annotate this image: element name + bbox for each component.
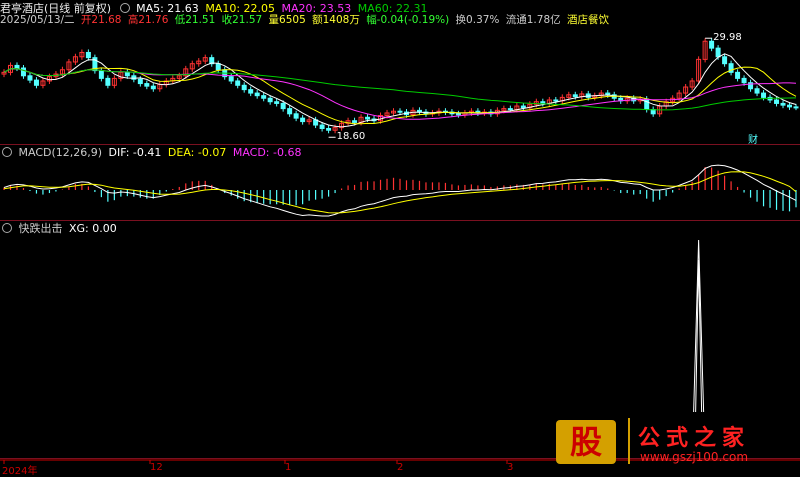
period-low-label: 18.60 — [336, 131, 366, 143]
candle-body — [540, 101, 546, 104]
candle-body — [105, 77, 111, 86]
candle-body — [741, 77, 747, 84]
logo-stock-char: 股 — [556, 420, 616, 464]
x-tick-label: 2 — [397, 462, 404, 473]
candle-body — [793, 106, 799, 109]
logo-divider — [628, 418, 630, 464]
candle-body — [241, 84, 247, 91]
candle-body — [261, 95, 267, 99]
candle-body — [27, 75, 33, 81]
candle-body — [235, 80, 241, 86]
candle-body — [287, 108, 293, 115]
candle-body — [774, 99, 780, 104]
finance-badge[interactable]: 财 — [748, 131, 758, 146]
candle-body — [280, 102, 286, 110]
candle-body — [248, 89, 254, 94]
xg-panel — [693, 239, 705, 413]
x-tick-label: 2024年 — [2, 466, 38, 477]
candle-body — [274, 101, 280, 104]
candle-body — [267, 97, 273, 103]
candle-body — [137, 78, 143, 85]
candle-body — [715, 47, 721, 58]
candle-body — [85, 51, 91, 59]
candle-body — [144, 83, 150, 87]
candle-body — [228, 76, 234, 82]
candle-body — [124, 71, 130, 77]
macd-panel — [3, 164, 797, 217]
candle-body — [787, 104, 793, 108]
candle-body — [150, 85, 156, 90]
period-high-label: 29.98 — [713, 32, 742, 44]
candle-body — [722, 56, 728, 65]
candle-body — [455, 113, 461, 116]
price-panel — [1, 37, 799, 138]
logo-url: www.gszj100.com — [640, 450, 749, 464]
candle-body — [352, 120, 358, 123]
candle-body — [735, 71, 741, 79]
logo-text: 公式之家 — [638, 426, 751, 451]
candle-body — [644, 98, 650, 110]
candle-body — [20, 67, 26, 77]
dif-line — [3, 164, 797, 217]
site-logo: 股 公式之家 www.gszj100.com — [556, 418, 796, 468]
candle-body — [780, 102, 786, 106]
xg-signal-spike — [695, 259, 703, 413]
candle-body — [33, 79, 39, 86]
candle-body — [754, 88, 760, 94]
candle-body — [572, 94, 578, 98]
candle-body — [507, 108, 513, 111]
x-tick-label: 1 — [285, 462, 292, 473]
candle-body — [319, 124, 325, 129]
candle-body — [326, 127, 332, 131]
candle-body — [520, 105, 526, 109]
candle-body — [293, 113, 299, 119]
candle-body — [761, 92, 767, 98]
candle-body — [254, 92, 260, 97]
candle-body — [553, 99, 559, 102]
candle-body — [397, 110, 403, 113]
candle-body — [14, 64, 20, 69]
chart-canvas[interactable] — [0, 0, 800, 474]
candle-body — [98, 70, 104, 79]
x-tick-label: 12 — [150, 462, 163, 473]
candle-body — [131, 75, 137, 80]
candle-body — [215, 63, 221, 71]
candle-body — [300, 117, 306, 123]
candle-body — [365, 116, 371, 120]
x-tick-label: 3 — [507, 462, 514, 473]
